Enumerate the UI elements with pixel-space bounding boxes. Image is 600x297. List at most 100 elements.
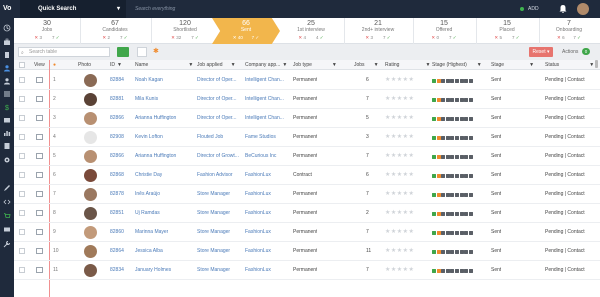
- preview-icon[interactable]: [36, 191, 43, 197]
- wrench-icon[interactable]: [3, 240, 11, 248]
- candidate-name[interactable]: Arianna Huffington: [135, 147, 176, 166]
- candidate-id[interactable]: 82908: [110, 128, 124, 147]
- stage-sent[interactable]: 66 Sent ✕ 40 7 ✓: [212, 18, 280, 44]
- filter-icon[interactable]: ▼: [282, 62, 287, 68]
- table-row[interactable]: 5 82866 Arianna Huffington Director of Grow…: [14, 147, 600, 166]
- preview-icon[interactable]: [36, 172, 43, 178]
- stage-shortlisted[interactable]: 120 Shortlisted ✕ 32 7 ✓: [152, 18, 218, 44]
- job-applied[interactable]: Director of Oper...: [197, 109, 243, 128]
- stage-candidates[interactable]: 67 Candidates ✕ 2 7 ✓: [82, 18, 148, 44]
- job-applied[interactable]: Director of Oper...: [197, 90, 243, 109]
- col-id[interactable]: ID ▼: [110, 60, 122, 70]
- status-value[interactable]: Pending | Contact: [545, 71, 585, 90]
- candidate-id[interactable]: 82868: [110, 166, 124, 185]
- preview-icon[interactable]: [36, 134, 43, 140]
- star-rating[interactable]: ★★★★★: [385, 109, 414, 128]
- filter-icon[interactable]: ▼: [188, 62, 193, 68]
- company-applied[interactable]: Intelligent Chan...: [245, 71, 291, 90]
- status-value[interactable]: Pending | Contact: [545, 147, 585, 166]
- star-rating[interactable]: ★★★★★: [385, 71, 414, 90]
- star-rating[interactable]: ★★★★★: [385, 147, 414, 166]
- actions-button[interactable]: Actions 0: [562, 47, 591, 57]
- stage-placed[interactable]: 15 Placed ✕ 5 7 ✓: [477, 18, 537, 44]
- col-rating[interactable]: Rating ▼: [385, 60, 430, 70]
- row-checkbox[interactable]: [19, 191, 25, 197]
- add-button[interactable]: ADD: [520, 0, 539, 18]
- filter-icon[interactable]: ▼: [425, 62, 430, 68]
- candidate-id[interactable]: 82866: [110, 109, 124, 128]
- col-view[interactable]: View: [34, 60, 45, 70]
- columns-icon[interactable]: [137, 47, 147, 57]
- add-to-job-button[interactable]: [117, 47, 129, 57]
- stage-onboarding[interactable]: 7 Onboarding ✕ 6 7 ✓: [540, 18, 598, 44]
- table-row[interactable]: 1 82884 Noah Kagan Director of Oper... Intel…: [14, 71, 600, 90]
- candidate-name[interactable]: Inês Araújo: [135, 185, 160, 204]
- company-applied[interactable]: FashionLux: [245, 166, 291, 185]
- col-company[interactable]: Company app... ▼: [245, 60, 287, 70]
- status-value[interactable]: Pending | Contact: [545, 261, 585, 280]
- history-icon[interactable]: [3, 24, 11, 32]
- col-name[interactable]: Name ▼: [135, 60, 193, 70]
- candidate-id[interactable]: 82878: [110, 185, 124, 204]
- preview-icon[interactable]: [36, 229, 43, 235]
- table-row[interactable]: 2 82881 Mila Kunis Director of Oper... Intel…: [14, 90, 600, 109]
- quick-search-button[interactable]: Quick Search ▾: [20, 0, 126, 18]
- candidate-id[interactable]: 82834: [110, 261, 124, 280]
- cart-icon[interactable]: [3, 212, 11, 220]
- briefcase-icon[interactable]: [3, 38, 11, 46]
- status-value[interactable]: Pending | Contact: [545, 242, 585, 261]
- table-row[interactable]: 10 82864 Jessica Alba Store Manager FashionL…: [14, 242, 600, 261]
- row-checkbox[interactable]: [19, 172, 25, 178]
- candidate-id[interactable]: 82851: [110, 204, 124, 223]
- star-rating[interactable]: ★★★★★: [385, 90, 414, 109]
- table-search-input[interactable]: ⌕ Search table: [18, 47, 110, 57]
- col-jobs[interactable]: Jobs ▼: [354, 60, 379, 70]
- job-applied[interactable]: Store Manager: [197, 242, 243, 261]
- col-job-type[interactable]: Job type ▼: [293, 60, 337, 70]
- job-applied[interactable]: Director of Growt...: [197, 147, 243, 166]
- star-rating[interactable]: ★★★★★: [385, 128, 414, 147]
- candidate-name[interactable]: Noah Kagan: [135, 71, 163, 90]
- global-search-input[interactable]: Search everything: [135, 0, 175, 18]
- col-stage-highest[interactable]: Stage (Highest) ▼: [432, 60, 482, 70]
- stage-2nd-interview[interactable]: 21 2nd+ interview ✕ 3 7 ✓: [345, 18, 411, 44]
- candidate-name[interactable]: Mila Kunis: [135, 90, 158, 109]
- status-value[interactable]: Pending | Contact: [545, 109, 585, 128]
- user-icon[interactable]: [3, 64, 11, 72]
- row-checkbox[interactable]: [19, 96, 25, 102]
- table-row[interactable]: 9 82860 Marinna Mayer Store Manager FashionL…: [14, 223, 600, 242]
- row-checkbox[interactable]: [19, 134, 25, 140]
- mail-icon[interactable]: [3, 116, 11, 124]
- table-row[interactable]: 3 82866 Arianna Huffington Director of Oper…: [14, 109, 600, 128]
- col-job-applied[interactable]: Job applied ▼: [197, 60, 236, 70]
- table-row[interactable]: 4 82908 Kevin Lofton Flouted Job Fame Studio…: [14, 128, 600, 147]
- preview-icon[interactable]: [36, 248, 43, 254]
- filter-icon[interactable]: ▼: [529, 62, 534, 68]
- app-logo[interactable]: Vo: [3, 3, 19, 15]
- preview-icon[interactable]: [36, 96, 43, 102]
- status-value[interactable]: Pending | Contact: [545, 223, 585, 242]
- star-rating[interactable]: ★★★★★: [385, 204, 414, 223]
- candidate-name[interactable]: Kevin Lofton: [135, 128, 163, 147]
- person-icon[interactable]: ●: [53, 60, 56, 70]
- contacts-icon[interactable]: [3, 77, 11, 85]
- star-rating[interactable]: ★★★★★: [385, 242, 414, 261]
- row-checkbox[interactable]: [19, 267, 25, 273]
- star-rating[interactable]: ★★★★★: [385, 166, 414, 185]
- preview-icon[interactable]: [36, 77, 43, 83]
- preview-icon[interactable]: [36, 210, 43, 216]
- filter-icon[interactable]: ▼: [117, 62, 122, 68]
- job-applied[interactable]: Director of Oper...: [197, 71, 243, 90]
- stage-offered[interactable]: 15 Offered ✕ 0 7 ✓: [414, 18, 474, 44]
- candidate-name[interactable]: January Holmes: [135, 261, 171, 280]
- status-value[interactable]: Pending | Contact: [545, 204, 585, 223]
- company-applied[interactable]: FashionLux: [245, 223, 291, 242]
- row-checkbox[interactable]: [19, 248, 25, 254]
- chart-icon[interactable]: [3, 129, 11, 137]
- company-applied[interactable]: FashionLux: [245, 204, 291, 223]
- company-applied[interactable]: Intelligent Chan...: [245, 90, 291, 109]
- status-value[interactable]: Pending | Contact: [545, 185, 585, 204]
- building-icon[interactable]: [3, 51, 11, 59]
- col-status[interactable]: Status ▼: [545, 60, 594, 70]
- col-photo[interactable]: Photo: [78, 60, 91, 70]
